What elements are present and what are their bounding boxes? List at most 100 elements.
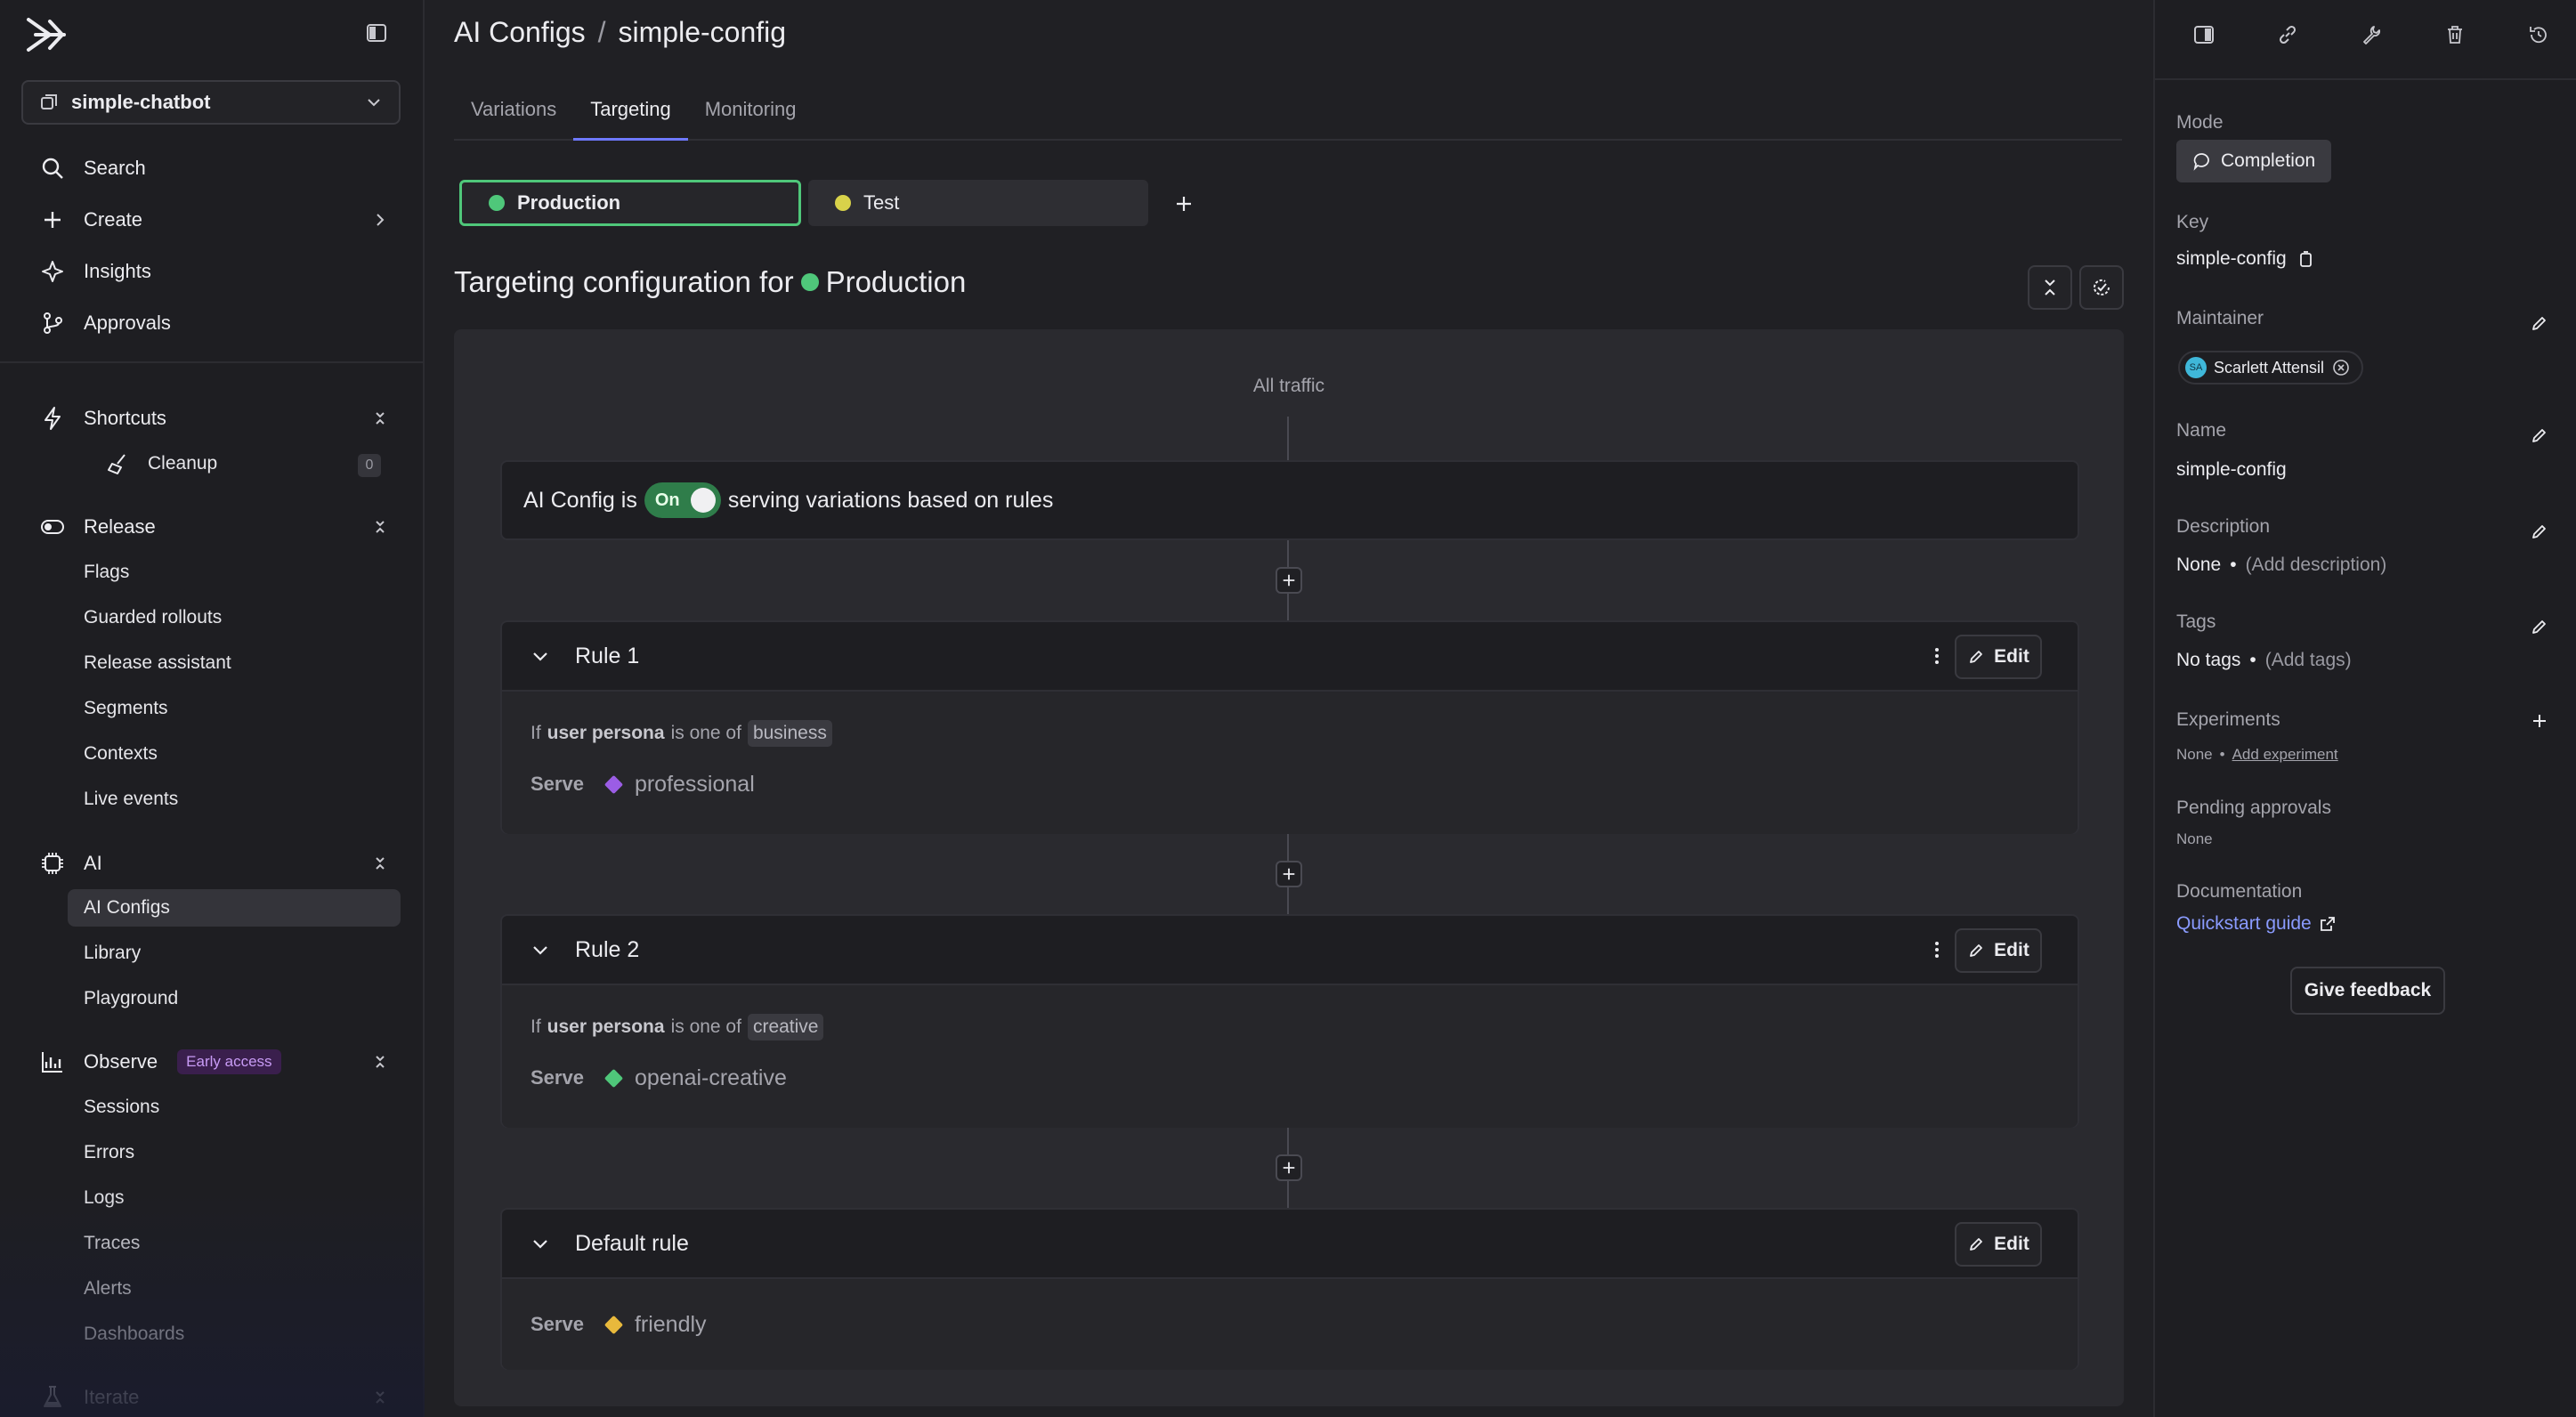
more-options-icon[interactable]	[1926, 645, 1948, 667]
edit-description-icon[interactable]	[2530, 522, 2549, 541]
chevron-down-icon[interactable]	[531, 1234, 550, 1253]
launchdarkly-logo-icon[interactable]	[23, 14, 68, 55]
maintainer-chip[interactable]: SA Scarlett Attensil	[2178, 351, 2364, 385]
tab-targeting[interactable]: Targeting	[573, 85, 688, 141]
link-icon[interactable]	[2276, 23, 2299, 46]
edit-tags-icon[interactable]	[2530, 617, 2549, 636]
nav-label: Errors	[84, 1142, 135, 1162]
toggle-label: On	[654, 490, 680, 510]
targeting-on-toggle[interactable]: On	[644, 482, 721, 518]
nav-ai-configs[interactable]: AI Configs	[68, 889, 401, 927]
add-environment-icon[interactable]	[1171, 190, 1197, 217]
chevron-down-icon[interactable]	[531, 940, 550, 960]
nav-flags[interactable]: Flags	[68, 554, 401, 591]
section-observe[interactable]: Observe Early access	[21, 1042, 404, 1081]
wrench-icon[interactable]	[2360, 23, 2383, 46]
edit-maintainer-icon[interactable]	[2530, 313, 2549, 333]
section-ai[interactable]: AI	[21, 844, 404, 883]
nav-sessions[interactable]: Sessions	[68, 1089, 401, 1126]
documentation-label: Documentation	[2176, 881, 2303, 902]
section-release[interactable]: Release	[21, 507, 404, 547]
add-rule-button[interactable]	[1276, 567, 1302, 594]
give-feedback-button[interactable]: Give feedback	[2290, 967, 2445, 1015]
edit-name-icon[interactable]	[2530, 425, 2549, 445]
remove-icon[interactable]	[2331, 358, 2351, 377]
trash-icon[interactable]	[2443, 23, 2467, 46]
variation-diamond-icon	[603, 1068, 624, 1088]
maintainer-name: Scarlett Attensil	[2214, 358, 2325, 377]
collapse-chevrons-icon[interactable]	[372, 519, 388, 535]
shortcut-cleanup[interactable]: Cleanup 0	[89, 445, 401, 482]
add-experiment-link[interactable]: Add experiment	[2232, 746, 2338, 764]
rule-title: Default rule	[575, 1230, 689, 1256]
nav-search[interactable]: Search	[21, 142, 404, 194]
nav-library[interactable]: Library	[68, 935, 401, 972]
collapse-chevrons-icon[interactable]	[372, 1054, 388, 1070]
nav-create[interactable]: Create	[21, 194, 404, 246]
breadcrumb-root-link[interactable]: AI Configs	[454, 16, 586, 49]
all-traffic-label: All traffic	[1252, 376, 1325, 396]
nav-label: Flags	[84, 562, 130, 582]
environment-card-test[interactable]: Test	[808, 180, 1148, 226]
experiments-row: None • Add experiment	[2176, 746, 2338, 764]
nav-label: Dashboards	[84, 1324, 185, 1344]
nav-errors[interactable]: Errors	[68, 1134, 401, 1171]
add-rule-button[interactable]	[1276, 861, 1302, 887]
add-description-link[interactable]: (Add description)	[2246, 555, 2387, 576]
add-experiment-icon[interactable]	[2530, 711, 2549, 731]
collapse-sidebar-icon[interactable]	[365, 21, 388, 45]
targeting-heading: Targeting configuration for Production	[454, 265, 966, 299]
plus-icon	[1283, 868, 1295, 880]
environment-card-production[interactable]: Production	[459, 180, 801, 226]
nav-traces[interactable]: Traces	[68, 1225, 401, 1262]
nav-alerts[interactable]: Alerts	[68, 1270, 401, 1308]
early-access-badge: Early access	[177, 1049, 281, 1074]
bullet-separator: •	[2219, 746, 2225, 763]
nav-guarded-rollouts[interactable]: Guarded rollouts	[68, 599, 401, 636]
nav-dashboards[interactable]: Dashboards	[68, 1316, 401, 1353]
copy-icon[interactable]	[2296, 249, 2315, 269]
section-shortcuts[interactable]: Shortcuts	[21, 399, 404, 438]
nav-insights[interactable]: Insights	[21, 246, 404, 297]
edit-rule-button[interactable]: Edit	[1955, 635, 2042, 679]
collapse-all-button[interactable]	[2028, 265, 2072, 310]
more-options-icon[interactable]	[1926, 939, 1948, 960]
sidebar: simple-chatbot Search Create Insights Ap…	[0, 0, 425, 1417]
history-check-button[interactable]	[2079, 265, 2124, 310]
condition-value-chip: creative	[747, 1014, 824, 1040]
rule-header[interactable]: Rule 1 Edit	[502, 622, 2078, 692]
chat-bubble-icon	[2193, 153, 2209, 171]
nav-playground[interactable]: Playground	[68, 980, 401, 1017]
nav-approvals[interactable]: Approvals	[21, 297, 404, 349]
collapse-chevrons-icon[interactable]	[372, 855, 388, 871]
project-selector[interactable]: simple-chatbot	[21, 80, 401, 125]
add-tags-link[interactable]: (Add tags)	[2265, 650, 2352, 671]
tab-monitoring[interactable]: Monitoring	[688, 85, 814, 141]
search-icon	[39, 155, 66, 182]
edit-rule-button[interactable]: Edit	[1955, 928, 2042, 973]
quickstart-guide-link[interactable]: Quickstart guide	[2176, 913, 2337, 935]
add-rule-button[interactable]	[1276, 1154, 1302, 1181]
pencil-icon	[1970, 1238, 1983, 1251]
section-label: Shortcuts	[84, 407, 166, 429]
collapse-chevrons-icon[interactable]	[372, 1389, 388, 1405]
nav-live-events[interactable]: Live events	[68, 781, 401, 818]
nav-release-assistant[interactable]: Release assistant	[68, 644, 401, 682]
project-name: simple-chatbot	[71, 91, 211, 113]
rule-body: If user persona is one of business Serve…	[502, 692, 2078, 834]
description-label: Description	[2176, 516, 2271, 537]
nav-segments[interactable]: Segments	[68, 690, 401, 727]
toggle-panel-icon[interactable]	[2192, 23, 2216, 46]
section-iterate[interactable]: Iterate	[21, 1378, 404, 1417]
targeting-heading-environment: Production	[825, 265, 967, 298]
rule-header[interactable]: Rule 2 Edit	[502, 916, 2078, 985]
nav-contexts[interactable]: Contexts	[68, 735, 401, 773]
collapse-chevrons-icon[interactable]	[372, 410, 388, 426]
tab-variations[interactable]: Variations	[454, 85, 573, 141]
history-icon[interactable]	[2527, 23, 2550, 46]
nav-logs[interactable]: Logs	[68, 1179, 401, 1217]
chevron-down-icon[interactable]	[531, 646, 550, 666]
edit-default-rule-button[interactable]: Edit	[1955, 1222, 2042, 1267]
rule-header[interactable]: Default rule Edit	[502, 1210, 2078, 1279]
key-row: simple-config	[2176, 248, 2315, 270]
